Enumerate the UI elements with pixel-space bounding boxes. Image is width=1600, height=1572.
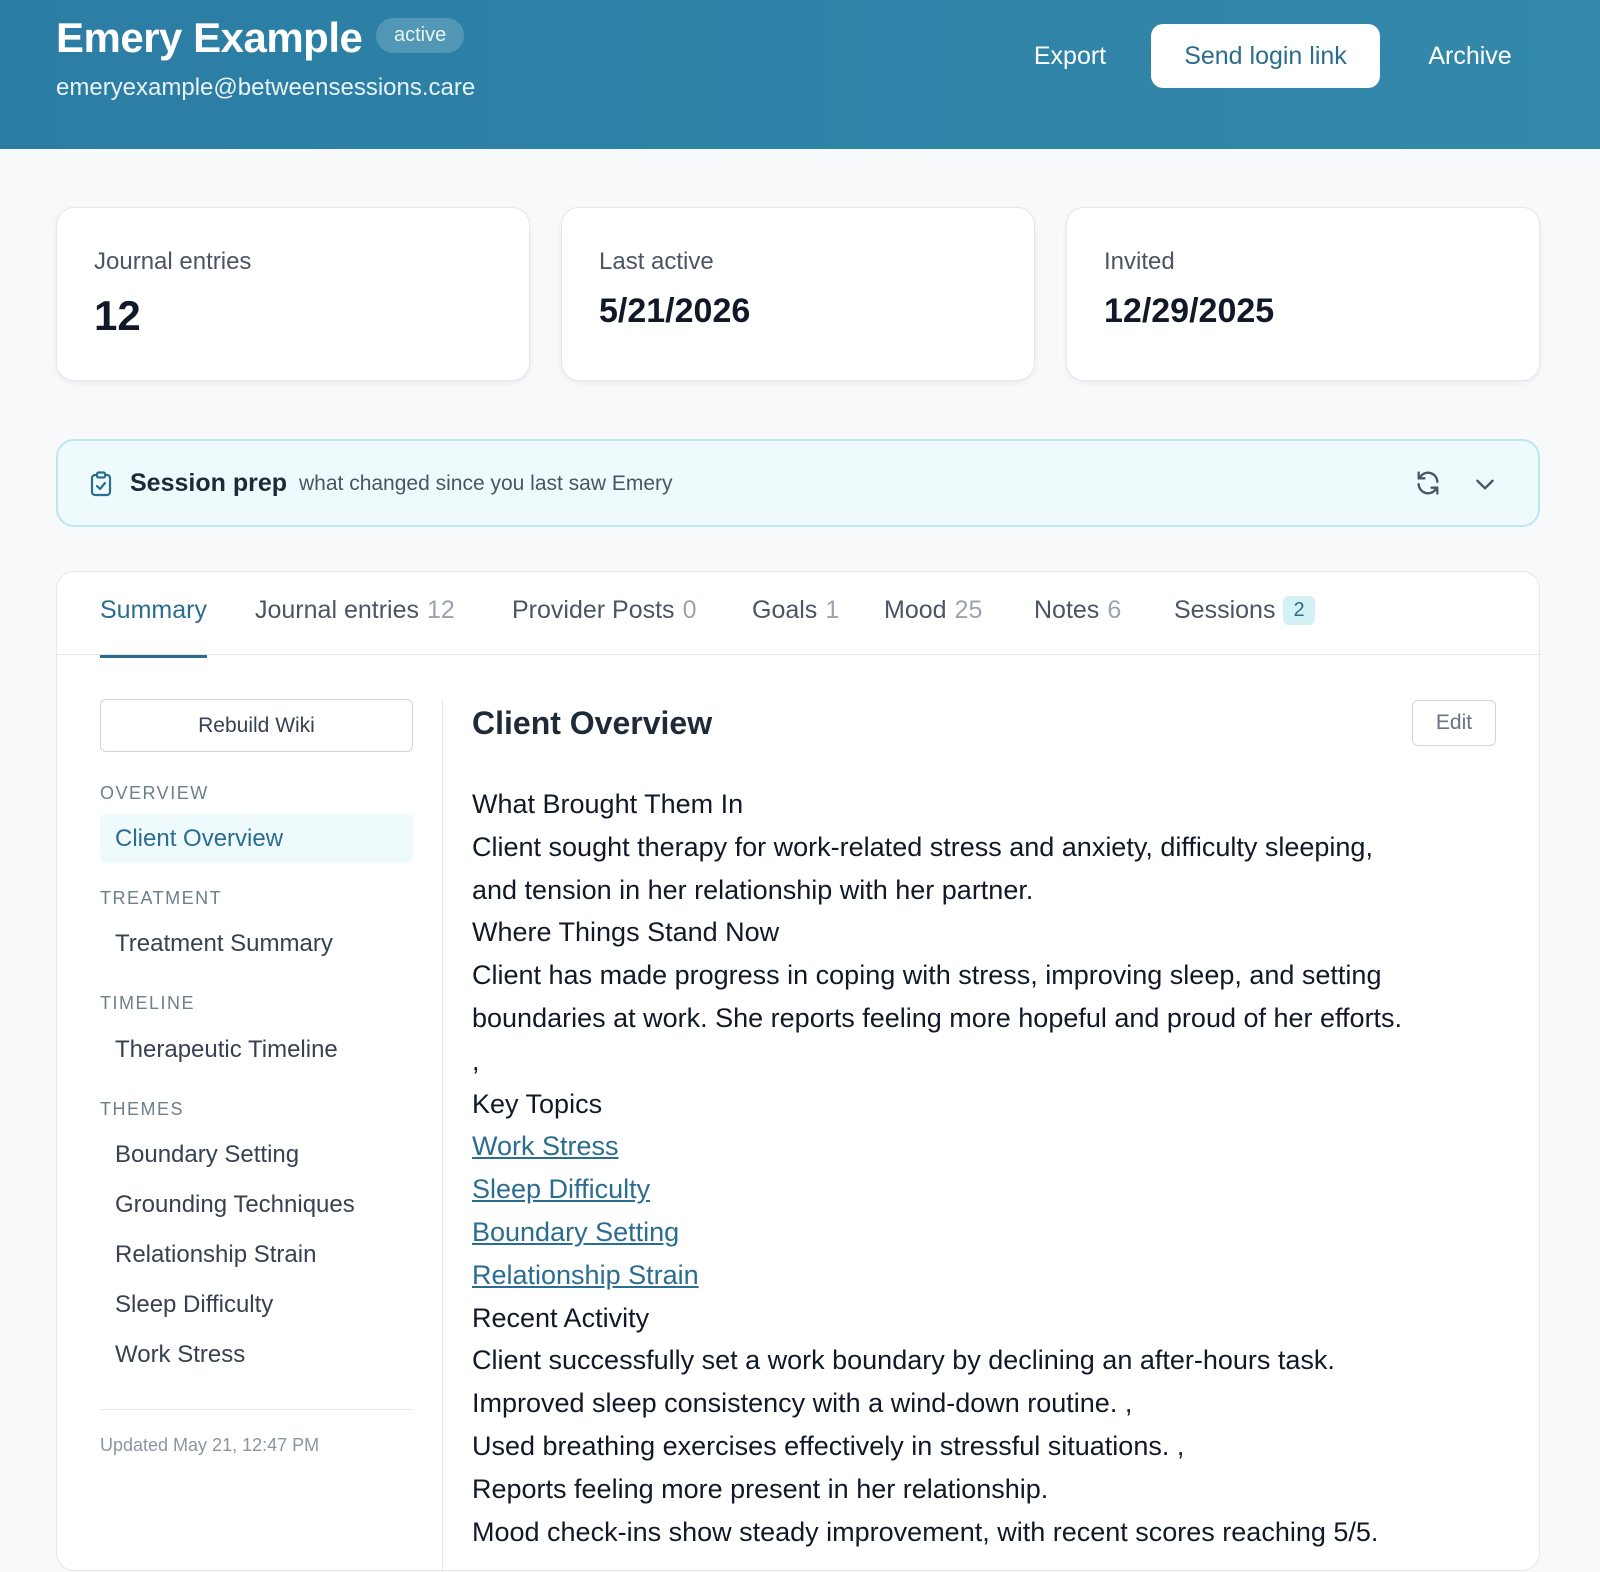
tab-count: 0 [682, 596, 697, 624]
tab-count: 25 [954, 596, 983, 624]
body-text: and tension in her relationship with her… [472, 874, 1034, 905]
stat-value: 12 [94, 292, 141, 339]
heading-key-topics: Key Topics [472, 1088, 603, 1119]
tab-mood[interactable]: Mood 25 [884, 596, 982, 625]
stat-value: 5/21/2026 [599, 292, 751, 330]
stat-label: Last active [599, 248, 714, 275]
topic-link-boundary-setting[interactable]: Boundary Setting [472, 1211, 1497, 1254]
content-title: Client Overview [472, 705, 713, 741]
tab-label: Notes [1034, 596, 1100, 624]
tab-provider-posts[interactable]: Provider Posts 0 [512, 596, 696, 625]
rebuild-wiki-button[interactable]: Rebuild Wiki [100, 699, 413, 752]
tab-journal-entries[interactable]: Journal entries 12 [255, 596, 455, 625]
body-text: Client successfully set a work boundary … [472, 1345, 1335, 1376]
session-prep-title: Session prep [130, 469, 287, 497]
nav-therapeutic-timeline[interactable]: Therapeutic Timeline [100, 1025, 413, 1074]
tab-label: Goals [752, 596, 818, 624]
send-login-link-button[interactable]: Send login link [1151, 24, 1380, 88]
tab-label: Provider Posts [512, 596, 675, 624]
tab-summary[interactable]: Summary [100, 596, 207, 658]
tab-count: 2 [1283, 596, 1315, 625]
tab-count: 12 [426, 596, 455, 624]
topic-link-sleep-difficulty[interactable]: Sleep Difficulty [472, 1168, 1497, 1211]
client-email: emeryexample@betweensessions.care [56, 74, 476, 101]
body-text: , [472, 1045, 480, 1076]
archive-button[interactable]: Archive [1410, 24, 1530, 88]
topic-link-relationship-strain[interactable]: Relationship Strain [472, 1254, 1497, 1297]
tab-label: Journal entries [255, 596, 419, 624]
nav-boundary-setting[interactable]: Boundary Setting [100, 1130, 413, 1179]
stat-label: Invited [1104, 248, 1175, 275]
edit-button[interactable]: Edit [1412, 700, 1496, 746]
stat-value: 12/29/2025 [1104, 292, 1275, 330]
stat-card-journal-entries: Journal entries 12 [56, 207, 530, 381]
nav-client-overview[interactable]: Client Overview [100, 814, 413, 863]
nav-relationship-strain[interactable]: Relationship Strain [100, 1230, 413, 1279]
client-name: Emery Example [56, 14, 363, 61]
body-text: Improved sleep consistency with a wind-d… [472, 1388, 1133, 1419]
section-timeline: TIMELINE [100, 993, 196, 1013]
tab-label: Summary [100, 596, 207, 624]
section-treatment: TREATMENT [100, 888, 223, 908]
tab-notes[interactable]: Notes 6 [1034, 596, 1121, 625]
tab-bar: Summary Journal entries 12 Provider Posts… [57, 572, 1539, 658]
body-text: boundaries at work. She reports feeling … [472, 1002, 1403, 1033]
stat-card-last-active: Last active 5/21/2026 [561, 207, 1035, 381]
refresh-icon[interactable] [1414, 469, 1442, 502]
session-prep-subtitle: what changed since you last saw Emery [299, 472, 673, 495]
client-detail-panel: Summary Journal entries 12 Provider Posts… [56, 571, 1540, 1572]
chevron-down-icon[interactable] [1472, 471, 1498, 502]
clipboard-check-icon [90, 471, 112, 502]
body-text: Client has made progress in coping with … [472, 960, 1382, 991]
tab-label: Mood [884, 596, 947, 624]
tab-sessions[interactable]: Sessions 2 [1174, 596, 1315, 625]
body-text: Mood check-ins show steady improvement, … [472, 1516, 1379, 1547]
content-body: What Brought Them In Client sought thera… [472, 783, 1497, 1553]
body-text: Client sought therapy for work-related s… [472, 831, 1373, 862]
client-header: Emery Example active emeryexample@betwee… [0, 0, 1600, 149]
section-themes: THEMES [100, 1099, 185, 1119]
body-text: Used breathing exercises effectively in … [472, 1430, 1185, 1461]
heading-where-things-stand: Where Things Stand Now [472, 917, 780, 948]
tab-goals[interactable]: Goals 1 [752, 596, 839, 625]
sidebar-divider [100, 1409, 413, 1410]
body-text: Reports feeling more present in her rela… [472, 1473, 1049, 1504]
heading-what-brought-them-in: What Brought Them In [472, 789, 744, 819]
tab-label: Sessions [1174, 596, 1276, 624]
section-overview: OVERVIEW [100, 783, 209, 803]
updated-timestamp: Updated May 21, 12:47 PM [100, 1435, 320, 1455]
heading-recent-activity: Recent Activity [472, 1302, 650, 1333]
nav-work-stress[interactable]: Work Stress [100, 1330, 413, 1379]
tab-count: 1 [825, 596, 840, 624]
export-button[interactable]: Export [1010, 24, 1130, 88]
nav-sleep-difficulty[interactable]: Sleep Difficulty [100, 1280, 413, 1329]
stat-label: Journal entries [94, 248, 252, 275]
topic-link-work-stress[interactable]: Work Stress [472, 1125, 1497, 1168]
nav-treatment-summary[interactable]: Treatment Summary [100, 919, 413, 968]
nav-grounding-techniques[interactable]: Grounding Techniques [100, 1180, 413, 1229]
session-prep-bar[interactable]: Session prep what changed since you last… [56, 439, 1540, 527]
status-badge: active [376, 18, 465, 53]
stat-card-invited: Invited 12/29/2025 [1066, 207, 1540, 381]
tab-count: 6 [1107, 596, 1122, 624]
content-divider [442, 699, 443, 1572]
